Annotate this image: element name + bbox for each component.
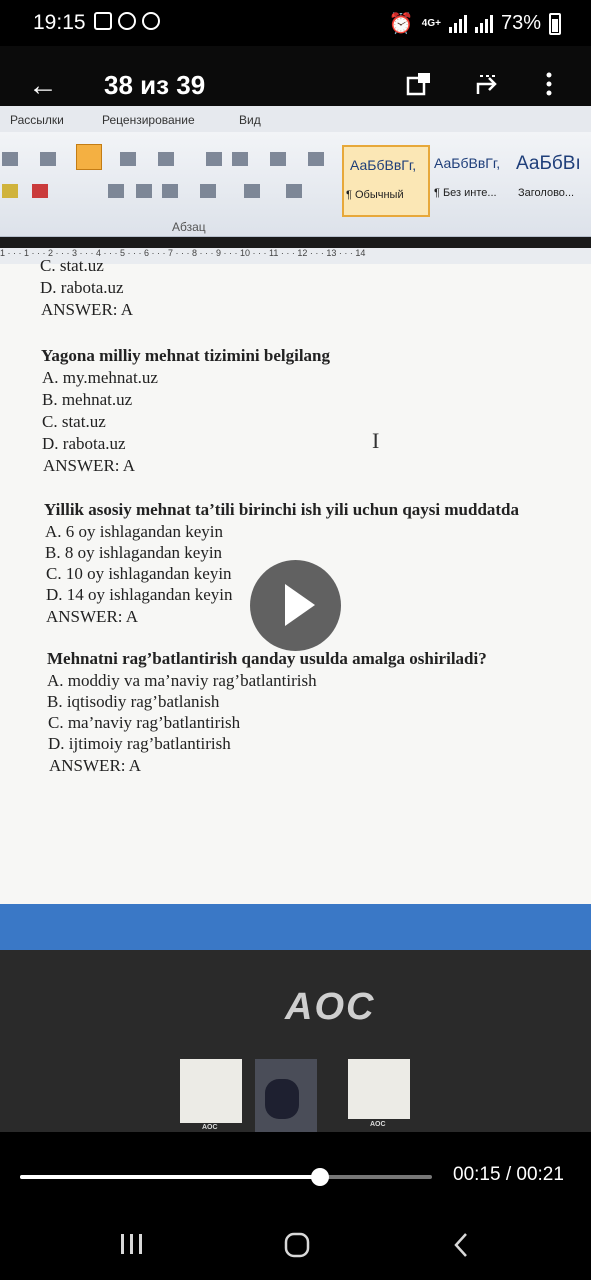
time-separator: / (505, 1164, 517, 1185)
align-left-icon (76, 144, 102, 170)
style-name: ¶ Без инте... (434, 187, 497, 199)
back-nav-icon[interactable] (452, 1232, 470, 1258)
answer-option: D. rabota.uz (42, 434, 126, 453)
answer-option: A. moddiy va ma’naviy rag’batlantirish (47, 671, 317, 690)
thumbnail-current[interactable] (255, 1059, 317, 1139)
thumbnail-next[interactable]: AOC (348, 1059, 410, 1139)
multilevel-list-icon (158, 152, 174, 166)
align-center-icon (108, 184, 124, 198)
taskbar-edge (0, 904, 591, 950)
question-text: Mehnatni rag’batlantirish qanday usulda … (47, 649, 487, 668)
style-name: Заголово... (518, 187, 575, 199)
shading-icon (244, 184, 260, 198)
word-tab-review: Рецензирование (102, 113, 195, 127)
answer-option: C. ma’naviy rag’batlantirish (48, 713, 241, 732)
font-color-icon (32, 184, 48, 198)
highlight-icon (2, 184, 18, 198)
alarm-icon: ⏰ (388, 13, 414, 35)
battery-icon (549, 12, 561, 35)
more-options-icon[interactable] (544, 72, 554, 96)
pilcrow-icon (308, 152, 324, 166)
text-cursor-icon: I (372, 428, 380, 453)
status-bar: 19:15 ⏰ 4G+ 73% (0, 0, 591, 46)
messenger-notification-icon (118, 12, 136, 30)
answer-option: C. 10 oy ishlagandan keyin (46, 564, 232, 583)
signal-icon-2 (474, 14, 493, 33)
borders-icon (286, 184, 302, 198)
monitor-top-edge (0, 46, 591, 106)
sync-notification-icon (142, 12, 160, 30)
share-icon[interactable] (474, 72, 500, 96)
seek-bar-fill (20, 1175, 320, 1179)
monitor-logo: AOC (285, 986, 376, 1028)
style-sample: АаБбВвГг, (350, 157, 417, 173)
seek-bar-knob[interactable] (310, 1168, 329, 1186)
notification-icons (94, 12, 160, 30)
thumbnail-logo: AOC (202, 1124, 218, 1131)
increase-indent-icon (232, 152, 248, 166)
style-name: ¶ Обычный (346, 189, 404, 201)
answer-option: ANSWER: A (49, 756, 142, 775)
paragraph-group-label: Абзац (172, 220, 206, 234)
decrease-indent-icon (206, 152, 222, 166)
line-spacing-icon (200, 184, 216, 198)
answer-option: B. 8 oy ishlagandan keyin (45, 543, 223, 562)
style-no-spacing: АаБбВвГг, ¶ Без инте... (432, 145, 512, 213)
system-icons: ⏰ 4G+ 73% (389, 11, 561, 36)
network-type: 4G+ (421, 18, 441, 29)
sort-icon (270, 152, 286, 166)
back-arrow-icon[interactable]: ← (28, 71, 58, 101)
signal-icon (448, 14, 467, 33)
seek-bar[interactable] (20, 1168, 432, 1186)
font-size-icon (2, 152, 18, 166)
answer-option: D. ijtimoiy rag’batlantirish (48, 734, 231, 753)
answer-option: ANSWER: A (46, 607, 139, 626)
thumbnail-prev[interactable]: AOC (180, 1059, 242, 1139)
gallery-notification-icon (94, 12, 112, 30)
style-heading: АаБбВı Заголово... (516, 145, 591, 213)
answer-option: D. 14 oy ishlagandan keyin (46, 585, 233, 604)
question-text: Yillik asosiy mehnat ta’tili birinchi is… (44, 500, 520, 519)
answer-option: C. stat.uz (42, 412, 106, 431)
numbering-icon (120, 152, 136, 166)
elapsed-time: 00:15 (453, 1164, 501, 1185)
question-text: Yagona milliy mehnat tizimini belgilang (41, 346, 331, 365)
battery-percent: 73% (500, 12, 541, 34)
word-tab-mailings: Рассылки (10, 113, 64, 127)
status-time: 19:15 (33, 11, 86, 34)
open-in-icon[interactable] (406, 72, 432, 96)
word-tab-view: Вид (239, 113, 261, 127)
media-counter-title: 38 из 39 (104, 70, 206, 100)
home-icon[interactable] (284, 1232, 310, 1258)
answer-option: B. mehnat.uz (42, 390, 133, 409)
justify-icon (162, 184, 178, 198)
answer-option: D. rabota.uz (40, 278, 124, 297)
total-time: 00:21 (516, 1164, 564, 1185)
style-normal: АаБбВвГг, ¶ Обычный (342, 145, 430, 217)
word-ribbon-tabs: Рассылки Рецензирование Вид (0, 106, 591, 132)
style-sample: АаБбВвГг, (434, 155, 501, 171)
answer-option: A. my.mehnat.uz (42, 368, 158, 387)
answer-option: A. 6 oy ishlagandan keyin (45, 522, 223, 541)
thumbnail-logo: AOC (370, 1121, 386, 1128)
play-button[interactable] (250, 560, 341, 651)
answer-option: C. stat.uz (40, 256, 104, 275)
answer-option: ANSWER: A (41, 300, 134, 319)
answer-option: ANSWER: A (43, 456, 136, 475)
style-sample: АаБбВı (516, 153, 581, 174)
answer-option: B. iqtisodiy rag’batlanish (47, 692, 220, 711)
format-painter-icon (40, 152, 56, 166)
time-display: 00:15 / 00:21 (453, 1164, 564, 1186)
recent-apps-icon[interactable] (118, 1232, 146, 1256)
align-right-icon (136, 184, 152, 198)
thumbnail-strip: AOC AOC (0, 1046, 591, 1146)
